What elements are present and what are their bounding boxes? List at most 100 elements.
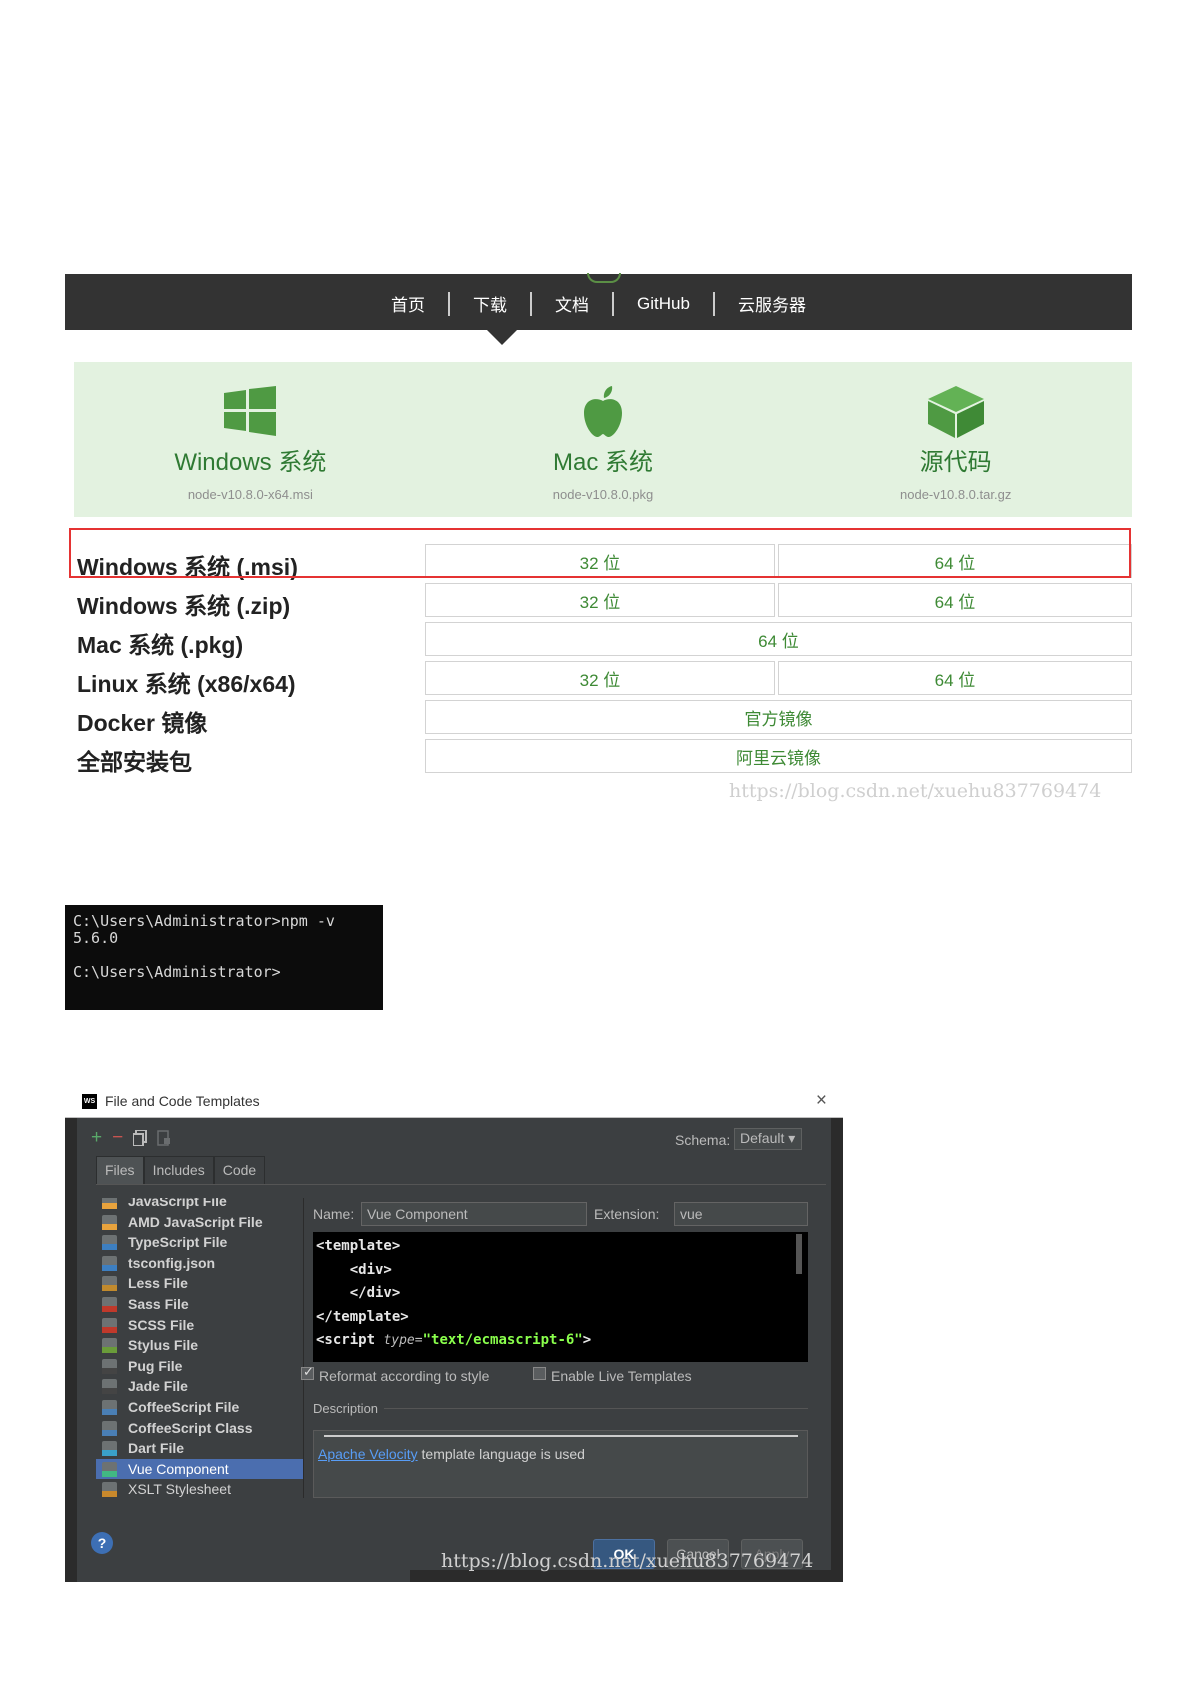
template-list-item[interactable]: Pug File [96, 1356, 303, 1377]
template-list-item[interactable]: Jade File [96, 1376, 303, 1397]
file-type-icon [102, 1441, 117, 1457]
template-list-item[interactable]: Less File [96, 1273, 303, 1294]
nodejs-download-section: 首页 下载 文档 GitHub 云服务器 Windows 系统 node-v10… [65, 273, 1132, 810]
download-row: 全部安装包 阿里云镜像 [65, 737, 1132, 776]
download-link[interactable]: 64 位 [425, 622, 1132, 656]
download-row: Linux 系统 (x86/x64) 32 位 64 位 [65, 659, 1132, 698]
template-list-item[interactable]: Dart File [96, 1438, 303, 1459]
webstorm-logo-icon: WS [82, 1094, 97, 1109]
template-list-item[interactable]: Sass File [96, 1294, 303, 1315]
console-line: C:\Users\Administrator>npm -v [73, 912, 335, 930]
platform-source[interactable]: 源代码 node-v10.8.0.tar.gz [779, 362, 1132, 517]
apache-velocity-link[interactable]: Apache Velocity [318, 1446, 418, 1462]
help-icon[interactable]: ? [91, 1532, 113, 1554]
download-link[interactable]: 32 位 [425, 661, 775, 695]
template-list-label: Sass File [128, 1295, 189, 1312]
template-list-label: Dart File [128, 1440, 185, 1457]
template-list-item[interactable]: tsconfig.json [96, 1253, 303, 1274]
platform-filename: node-v10.8.0.pkg [552, 487, 654, 502]
template-list-item[interactable]: CoffeeScript Class [96, 1418, 303, 1439]
nav-item-docs[interactable]: 文档 [532, 291, 612, 316]
file-type-icon [102, 1461, 117, 1477]
download-link[interactable]: 64 位 [778, 661, 1132, 695]
download-row-label: Mac 系统 (.pkg) [77, 632, 244, 658]
platform-name: 源代码 [919, 449, 992, 476]
name-input[interactable]: Vue Component [361, 1202, 587, 1226]
extension-input[interactable]: vue [674, 1202, 808, 1226]
code-token: <div> [349, 1261, 392, 1278]
nav-logo-icon [587, 273, 621, 283]
editor-scrollbar[interactable] [796, 1234, 802, 1274]
add-icon[interactable]: + [91, 1128, 102, 1147]
file-type-icon [102, 1317, 117, 1333]
file-type-icon [102, 1214, 117, 1230]
code-token: </div> [349, 1285, 401, 1301]
file-type-icon [102, 1338, 117, 1354]
nav-item-github[interactable]: GitHub [614, 294, 713, 314]
template-list-item[interactable]: Vue Component [96, 1458, 303, 1480]
file-type-icon [102, 1379, 117, 1395]
name-label: Name: [313, 1206, 355, 1222]
tab-includes[interactable]: Includes [143, 1156, 214, 1184]
file-type-icon [102, 1276, 117, 1292]
description-body: template language is used [417, 1446, 585, 1462]
file-type-icon [102, 1255, 117, 1271]
close-icon[interactable]: × [816, 1090, 827, 1112]
template-list-item[interactable]: Stylus File [96, 1335, 303, 1356]
live-templates-checkbox[interactable] [533, 1367, 546, 1380]
reformat-checkbox[interactable] [301, 1364, 314, 1380]
template-list-label: CoffeeScript File [128, 1398, 240, 1415]
download-link[interactable]: 32 位 [425, 583, 775, 617]
template-list-item[interactable]: XSLT Stylesheet [96, 1479, 303, 1498]
template-list-item[interactable]: TypeScript File [96, 1232, 303, 1253]
console-window: C:\Users\Administrator>npm -v 5.6.0 C:\U… [65, 905, 383, 1010]
template-list-label: TypeScript File [128, 1234, 228, 1251]
platform-mac[interactable]: Mac 系统 node-v10.8.0.pkg [427, 362, 780, 517]
file-type-icon [102, 1420, 117, 1436]
nav-item-cloud-server[interactable]: 云服务器 [715, 291, 829, 316]
template-list-label: Jade File [128, 1378, 188, 1395]
description-divider [384, 1408, 808, 1409]
extension-label: Extension: [594, 1206, 660, 1222]
template-list-item[interactable]: CoffeeScript File [96, 1397, 303, 1418]
watermark: https://blog.csdn.net/xuehu837769474 [729, 780, 1102, 802]
background-editor-gutter [65, 1118, 77, 1582]
msi-row-highlight [69, 528, 1131, 578]
template-list-label: CoffeeScript Class [128, 1419, 253, 1436]
description-header: Description [313, 1401, 379, 1416]
tab-files[interactable]: Files [96, 1156, 144, 1184]
download-link[interactable]: 阿里云镜像 [425, 739, 1132, 773]
file-type-icon [102, 1399, 117, 1415]
code-token: > [582, 1332, 592, 1348]
reset-icon[interactable] [157, 1129, 171, 1146]
platform-windows[interactable]: Windows 系统 node-v10.8.0-x64.msi [74, 362, 427, 517]
tab-divider [96, 1184, 826, 1185]
windows-icon [224, 386, 277, 436]
copy-icon[interactable] [133, 1129, 148, 1146]
download-row-label: Windows 系统 (.zip) [77, 593, 291, 619]
download-link[interactable]: 64 位 [778, 583, 1132, 617]
template-list-item[interactable]: AMD JavaScript File [96, 1212, 303, 1233]
template-code-editor[interactable]: <template> <div> </div> </template> <scr… [313, 1232, 808, 1362]
nav-item-download[interactable]: 下载 [450, 291, 530, 316]
template-list-label: Stylus File [128, 1337, 199, 1354]
remove-icon[interactable]: − [112, 1128, 123, 1147]
template-list-label: Vue Component [128, 1460, 229, 1477]
template-list-item[interactable]: JavaScript File [96, 1198, 303, 1212]
console-prompt[interactable]: C:\Users\Administrator> [73, 963, 375, 981]
schema-dropdown[interactable]: Default ▾ [734, 1128, 802, 1150]
template-file-list: JavaScript File AMD JavaScript File TypeSc… [96, 1198, 304, 1498]
nav-item-home[interactable]: 首页 [368, 291, 448, 316]
template-list-item[interactable]: SCSS File [96, 1315, 303, 1336]
nav-menu: 首页 下载 文档 GitHub 云服务器 [65, 291, 1132, 316]
file-type-icon [102, 1358, 117, 1374]
download-link[interactable]: 官方镜像 [425, 700, 1132, 734]
platform-filename: node-v10.8.0-x64.msi [187, 487, 313, 502]
nav-bar: 首页 下载 文档 GitHub 云服务器 [65, 273, 1132, 330]
template-list-label: AMD JavaScript File [128, 1213, 263, 1230]
tab-code[interactable]: Code [213, 1156, 266, 1184]
download-row-label: 全部安装包 [77, 749, 192, 775]
code-token: <script [316, 1332, 376, 1348]
dialog-titlebar: WS File and Code Templates × [65, 1084, 843, 1118]
